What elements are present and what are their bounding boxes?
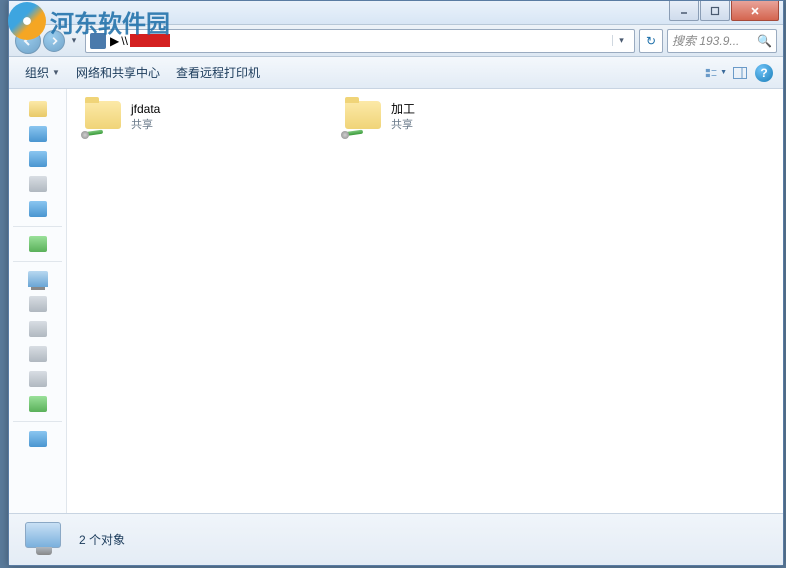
redacted-address — [130, 34, 170, 47]
item-type: 共享 — [391, 118, 415, 133]
address-field[interactable]: ▶ \\ ▾ — [85, 29, 635, 53]
divider — [13, 226, 62, 227]
nav-buttons: ▾ — [15, 28, 81, 54]
chevron-down-icon: ▼ — [52, 68, 60, 77]
file-list[interactable]: jfdata 共享 加工 共享 — [67, 89, 783, 513]
sidebar-item[interactable] — [9, 293, 66, 315]
back-button[interactable] — [15, 28, 41, 54]
homegroup-icon — [29, 236, 47, 252]
sidebar-item-computer[interactable] — [9, 268, 66, 290]
organize-menu[interactable]: 组织 ▼ — [17, 60, 68, 85]
shared-folder-item[interactable]: 加工 共享 — [341, 99, 561, 139]
library-icon — [29, 201, 47, 217]
drive-icon — [29, 321, 47, 337]
explorer-window: ▾ ▶ \\ ▾ ↻ 搜索 193.9... 🔍 组织 ▼ 网络和共享中心 查看… — [8, 0, 784, 566]
sidebar-item-network[interactable] — [9, 428, 66, 450]
sidebar-item[interactable] — [9, 233, 66, 255]
address-dropdown[interactable]: ▾ — [612, 35, 630, 46]
library-icon — [29, 126, 47, 142]
refresh-button[interactable]: ↻ — [639, 29, 663, 53]
sidebar-item[interactable] — [9, 368, 66, 390]
help-icon: ? — [755, 64, 773, 82]
sidebar-item[interactable] — [9, 98, 66, 120]
sidebar-item[interactable] — [9, 148, 66, 170]
item-type: 共享 — [131, 118, 160, 133]
forward-button[interactable] — [43, 30, 65, 52]
divider — [13, 261, 62, 262]
doc-icon — [29, 176, 47, 192]
computer-icon — [90, 33, 106, 49]
details-pane: 2 个对象 — [9, 513, 783, 565]
drive-icon — [29, 371, 47, 387]
window-controls — [668, 1, 783, 21]
close-button[interactable] — [731, 1, 779, 21]
computer-icon — [21, 520, 65, 560]
path-prefix: \\ — [121, 34, 128, 48]
drive-icon — [29, 296, 47, 312]
breadcrumb-arrow-icon: ▶ — [110, 34, 119, 48]
body-area: jfdata 共享 加工 共享 — [9, 89, 783, 513]
view-remote-printers-button[interactable]: 查看远程打印机 — [168, 60, 268, 85]
drive-icon — [29, 346, 47, 362]
divider — [13, 421, 62, 422]
search-icon[interactable]: 🔍 — [757, 34, 772, 48]
preview-pane-button[interactable] — [729, 62, 751, 84]
minimize-button[interactable] — [669, 1, 699, 21]
chevron-down-icon: ▼ — [720, 69, 727, 76]
navigation-pane[interactable] — [9, 89, 67, 513]
toolbar: 组织 ▼ 网络和共享中心 查看远程打印机 ▼ ? — [9, 57, 783, 89]
network-sharing-center-button[interactable]: 网络和共享中心 — [68, 60, 168, 85]
folder-icon — [29, 101, 47, 117]
view-options-button[interactable]: ▼ — [705, 62, 727, 84]
titlebar — [9, 1, 783, 25]
item-name: jfdata — [131, 101, 160, 118]
network-icon — [29, 431, 47, 447]
item-text: 加工 共享 — [391, 99, 415, 133]
search-input[interactable]: 搜索 193.9... 🔍 — [667, 29, 777, 53]
object-count: 2 个对象 — [79, 531, 125, 548]
item-text: jfdata 共享 — [131, 99, 160, 133]
address-path: ▶ \\ — [110, 34, 612, 48]
computer-icon — [28, 271, 48, 287]
library-icon — [29, 151, 47, 167]
shared-folder-item[interactable]: jfdata 共享 — [81, 99, 301, 139]
item-name: 加工 — [391, 101, 415, 118]
search-placeholder: 搜索 193.9... — [672, 32, 755, 49]
sidebar-item[interactable] — [9, 198, 66, 220]
address-bar: ▾ ▶ \\ ▾ ↻ 搜索 193.9... 🔍 — [9, 25, 783, 57]
sidebar-item[interactable] — [9, 123, 66, 145]
organize-label: 组织 — [25, 64, 49, 81]
sidebar-item[interactable] — [9, 173, 66, 195]
help-button[interactable]: ? — [753, 62, 775, 84]
sidebar-item[interactable] — [9, 393, 66, 415]
shared-folder-icon — [341, 99, 383, 139]
shared-folder-icon — [81, 99, 123, 139]
maximize-button[interactable] — [700, 1, 730, 21]
sidebar-item[interactable] — [9, 318, 66, 340]
sidebar-item[interactable] — [9, 343, 66, 365]
excel-icon — [29, 396, 47, 412]
nav-history-dropdown[interactable]: ▾ — [67, 35, 81, 46]
